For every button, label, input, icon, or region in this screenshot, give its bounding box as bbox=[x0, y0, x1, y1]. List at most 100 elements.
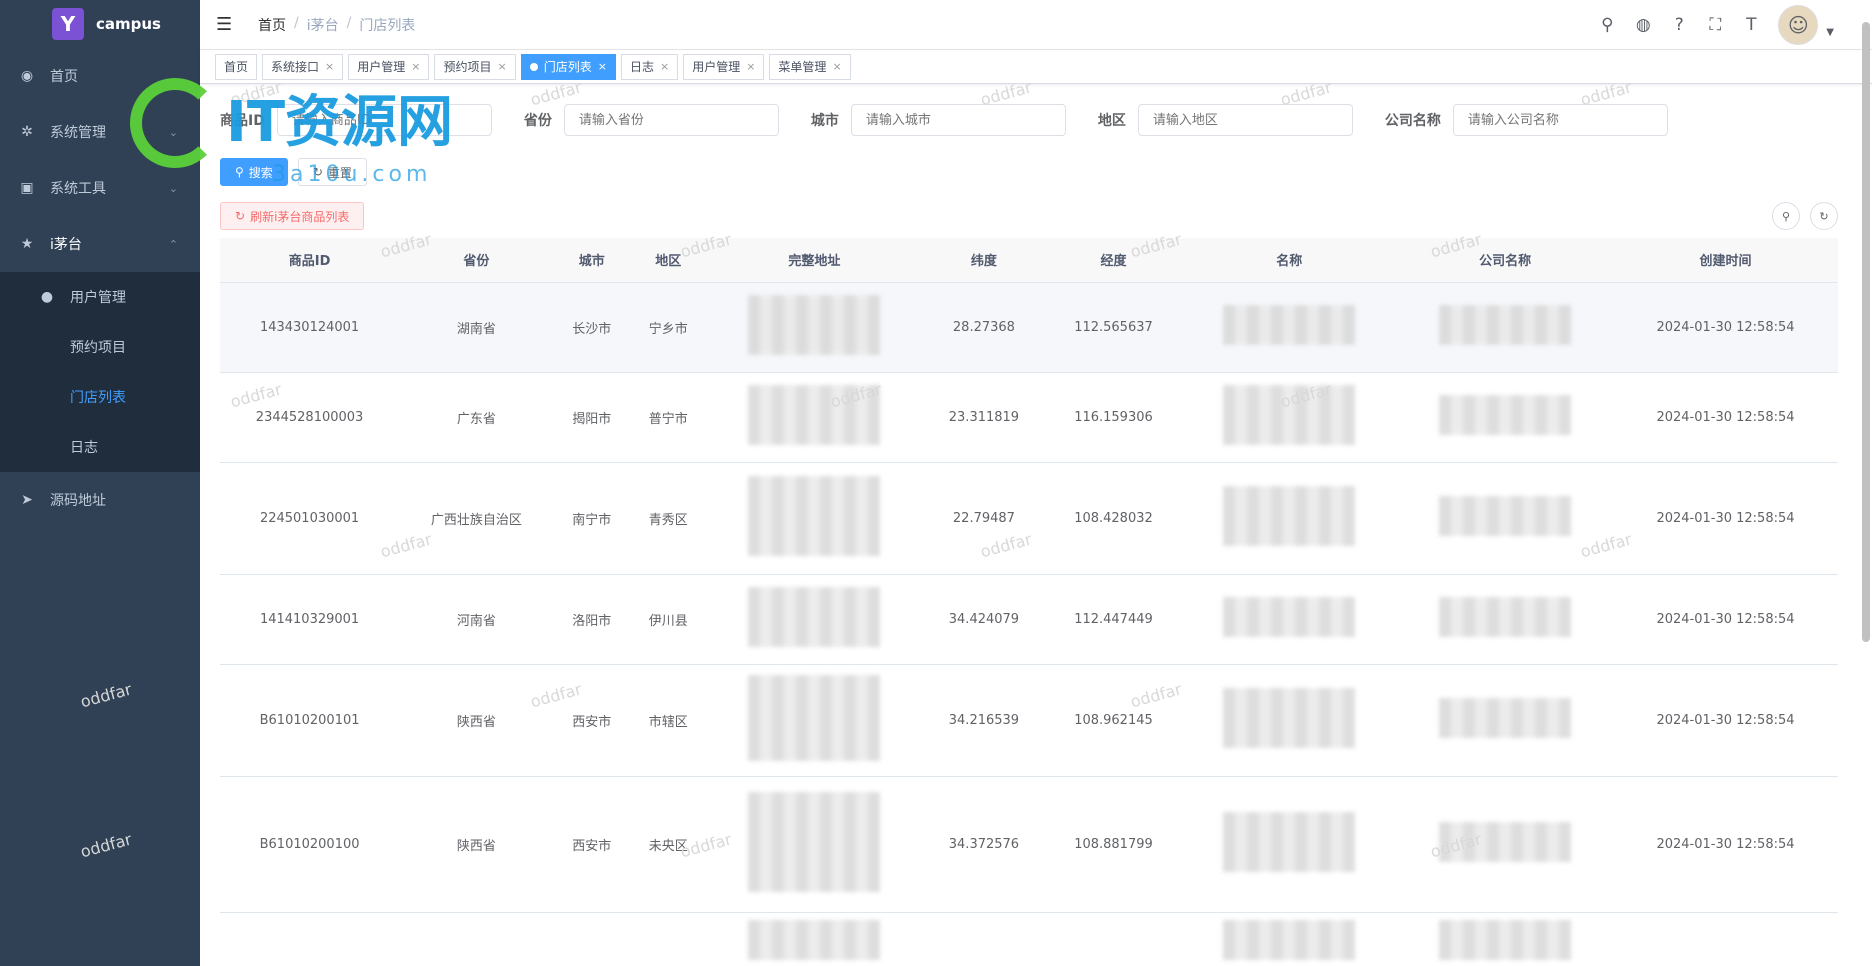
col-header: 公司名称 bbox=[1397, 238, 1613, 283]
redacted-block bbox=[1223, 920, 1356, 960]
close-icon[interactable]: × bbox=[498, 60, 507, 73]
sidebar-item-user-manage[interactable]: ● 用户管理 bbox=[0, 272, 200, 322]
cell-time: 2024-01-30 12:58:54 bbox=[1612, 462, 1838, 575]
sidebar-item-source[interactable]: ➤ 源码地址 bbox=[0, 472, 200, 528]
col-header: 纬度 bbox=[922, 238, 1046, 283]
sidebar-item-reservation[interactable]: 预约项目 bbox=[0, 322, 200, 372]
main-content: 商品ID 省份 城市 地区 公司名称 ⚲搜索 ↻重置 ↻刷新i茅台商品列表 ⚲ … bbox=[220, 100, 1838, 966]
cell-city: 洛阳市 bbox=[553, 574, 630, 665]
sidebar-item-tools[interactable]: ▣ 系统工具 ⌄ bbox=[0, 160, 200, 216]
toggle-search-icon[interactable]: ⚲ bbox=[1772, 202, 1800, 230]
cell-name bbox=[1181, 372, 1398, 463]
cell-lng: 108.428032 bbox=[1045, 462, 1182, 575]
logo-icon: Y bbox=[52, 8, 84, 40]
table-row[interactable]: 143430124001 湖南省 长沙市 宁乡市 28.27368 112.56… bbox=[220, 282, 1838, 373]
cell-lng: 116.159306 bbox=[1045, 372, 1182, 463]
cell-province: 广西壮族自治区 bbox=[399, 462, 554, 575]
sidebar-item-store-list[interactable]: 门店列表 bbox=[0, 372, 200, 422]
table-row[interactable]: 141410329001 河南省 洛阳市 伊川县 34.424079 112.4… bbox=[220, 574, 1838, 665]
tag-label: 用户管理 bbox=[692, 60, 741, 74]
hamburger-icon[interactable]: ☰ bbox=[216, 14, 248, 35]
cell-company bbox=[1397, 574, 1613, 665]
cell-district: 未央区 bbox=[629, 776, 707, 913]
tag-user-manage-2[interactable]: 用户管理 × bbox=[683, 53, 765, 80]
cell-time: 2024-01-30 12:58:54 bbox=[1612, 776, 1838, 913]
table-row[interactable]: 224501030001 广西壮族自治区 南宁市 青秀区 22.79487 10… bbox=[220, 462, 1838, 575]
refresh-icon[interactable]: ↻ bbox=[1810, 202, 1838, 230]
active-dot-icon bbox=[529, 62, 538, 71]
cell-id: 141410329001 bbox=[220, 574, 400, 665]
navbar-right-menu: ⚲ ◍ ? ⛶ T ☺ ▼ bbox=[1598, 0, 1834, 50]
table-row[interactable] bbox=[220, 912, 1838, 966]
search-form: 商品ID 省份 城市 地区 公司名称 bbox=[220, 100, 1838, 140]
cell-lat: 34.424079 bbox=[922, 574, 1046, 665]
cell-district: 市辖区 bbox=[629, 664, 707, 777]
fullscreen-icon[interactable]: ⛶ bbox=[1706, 15, 1724, 35]
tag-system-api[interactable]: 系统接口 × bbox=[262, 53, 344, 80]
tag-label: 首页 bbox=[224, 60, 249, 74]
star-icon: ★ bbox=[20, 236, 34, 252]
tag-user-manage[interactable]: 用户管理 × bbox=[348, 53, 430, 80]
sidebar-item-label: 首页 bbox=[50, 69, 78, 85]
tag-log[interactable]: 日志 × bbox=[620, 53, 679, 80]
sidebar-logo[interactable]: Y campus bbox=[0, 0, 200, 48]
company-input[interactable] bbox=[1452, 104, 1668, 136]
page-scrollbar[interactable] bbox=[1862, 22, 1870, 642]
redacted-block bbox=[748, 792, 881, 892]
cell-address bbox=[706, 574, 923, 665]
district-input[interactable] bbox=[1137, 104, 1353, 136]
table-row[interactable]: B61010200101 陕西省 西安市 市辖区 34.216539 108.9… bbox=[220, 664, 1838, 777]
dashboard-icon: ◉ bbox=[20, 68, 34, 84]
redacted-block bbox=[748, 295, 881, 355]
cell-city: 揭阳市 bbox=[553, 372, 630, 463]
cell-lat: 28.27368 bbox=[922, 282, 1046, 373]
github-icon[interactable]: ◍ bbox=[1634, 15, 1652, 35]
cell-time: 2024-01-30 12:58:54 bbox=[1612, 574, 1838, 665]
col-header: 商品ID bbox=[220, 238, 400, 283]
close-icon[interactable]: × bbox=[660, 60, 669, 73]
company-label: 公司名称 bbox=[1384, 113, 1441, 129]
table-row[interactable]: B61010200100 陕西省 西安市 未央区 34.372576 108.8… bbox=[220, 776, 1838, 913]
redacted-block bbox=[1223, 688, 1356, 748]
cell-id: B61010200100 bbox=[220, 776, 400, 913]
breadcrumb-home[interactable]: 首页 bbox=[258, 15, 286, 35]
caret-down-icon[interactable]: ▼ bbox=[1826, 27, 1834, 38]
redacted-block bbox=[1439, 395, 1572, 435]
close-icon[interactable]: × bbox=[411, 60, 420, 73]
user-icon: ● bbox=[40, 289, 54, 305]
tag-menu-manage[interactable]: 菜单管理 × bbox=[769, 53, 851, 80]
col-header: 经度 bbox=[1045, 238, 1182, 283]
sidebar-item-label: 预约项目 bbox=[70, 340, 126, 356]
sidebar-submenu: ● 用户管理 预约项目 门店列表 日志 bbox=[0, 272, 200, 472]
sidebar-item-log[interactable]: 日志 bbox=[0, 422, 200, 472]
tag-reservation[interactable]: 预约项目 × bbox=[434, 53, 516, 80]
font-size-icon[interactable]: T bbox=[1742, 15, 1760, 35]
help-icon[interactable]: ? bbox=[1670, 15, 1688, 35]
redacted-block bbox=[748, 920, 881, 960]
avatar[interactable]: ☺ bbox=[1778, 5, 1819, 45]
chevron-down-icon: ⌄ bbox=[168, 181, 178, 195]
close-icon[interactable]: × bbox=[325, 60, 334, 73]
tag-label: 预约项目 bbox=[443, 60, 492, 74]
table-row[interactable]: 2344528100003 广东省 揭阳市 普宁市 23.311819 116.… bbox=[220, 372, 1838, 463]
city-input[interactable] bbox=[850, 104, 1066, 136]
redacted-block bbox=[748, 476, 881, 556]
cell-name bbox=[1181, 462, 1398, 575]
cell-lat: 34.372576 bbox=[922, 776, 1046, 913]
refresh-products-button[interactable]: ↻ 刷新i茅台商品列表 bbox=[220, 202, 365, 230]
close-icon[interactable]: × bbox=[598, 60, 607, 73]
brand-text: IT资源网 bbox=[226, 90, 454, 155]
cell-id: 2344528100003 bbox=[220, 372, 400, 463]
tag-store-list[interactable]: 门店列表 × bbox=[520, 53, 616, 80]
tag-home[interactable]: 首页 bbox=[215, 53, 258, 80]
close-icon[interactable]: × bbox=[746, 60, 755, 73]
cell-name bbox=[1181, 282, 1398, 373]
search-icon[interactable]: ⚲ bbox=[1598, 15, 1616, 35]
breadcrumb: 首页 / i茅台 / 门店列表 bbox=[258, 14, 416, 35]
province-input[interactable] bbox=[563, 104, 779, 136]
col-header: 创建时间 bbox=[1612, 238, 1838, 283]
sidebar-item-imaotai[interactable]: ★ i茅台 ⌃ bbox=[0, 216, 200, 272]
cell-lat: 22.79487 bbox=[922, 462, 1046, 575]
redacted-block bbox=[1223, 305, 1356, 345]
close-icon[interactable]: × bbox=[832, 60, 841, 73]
